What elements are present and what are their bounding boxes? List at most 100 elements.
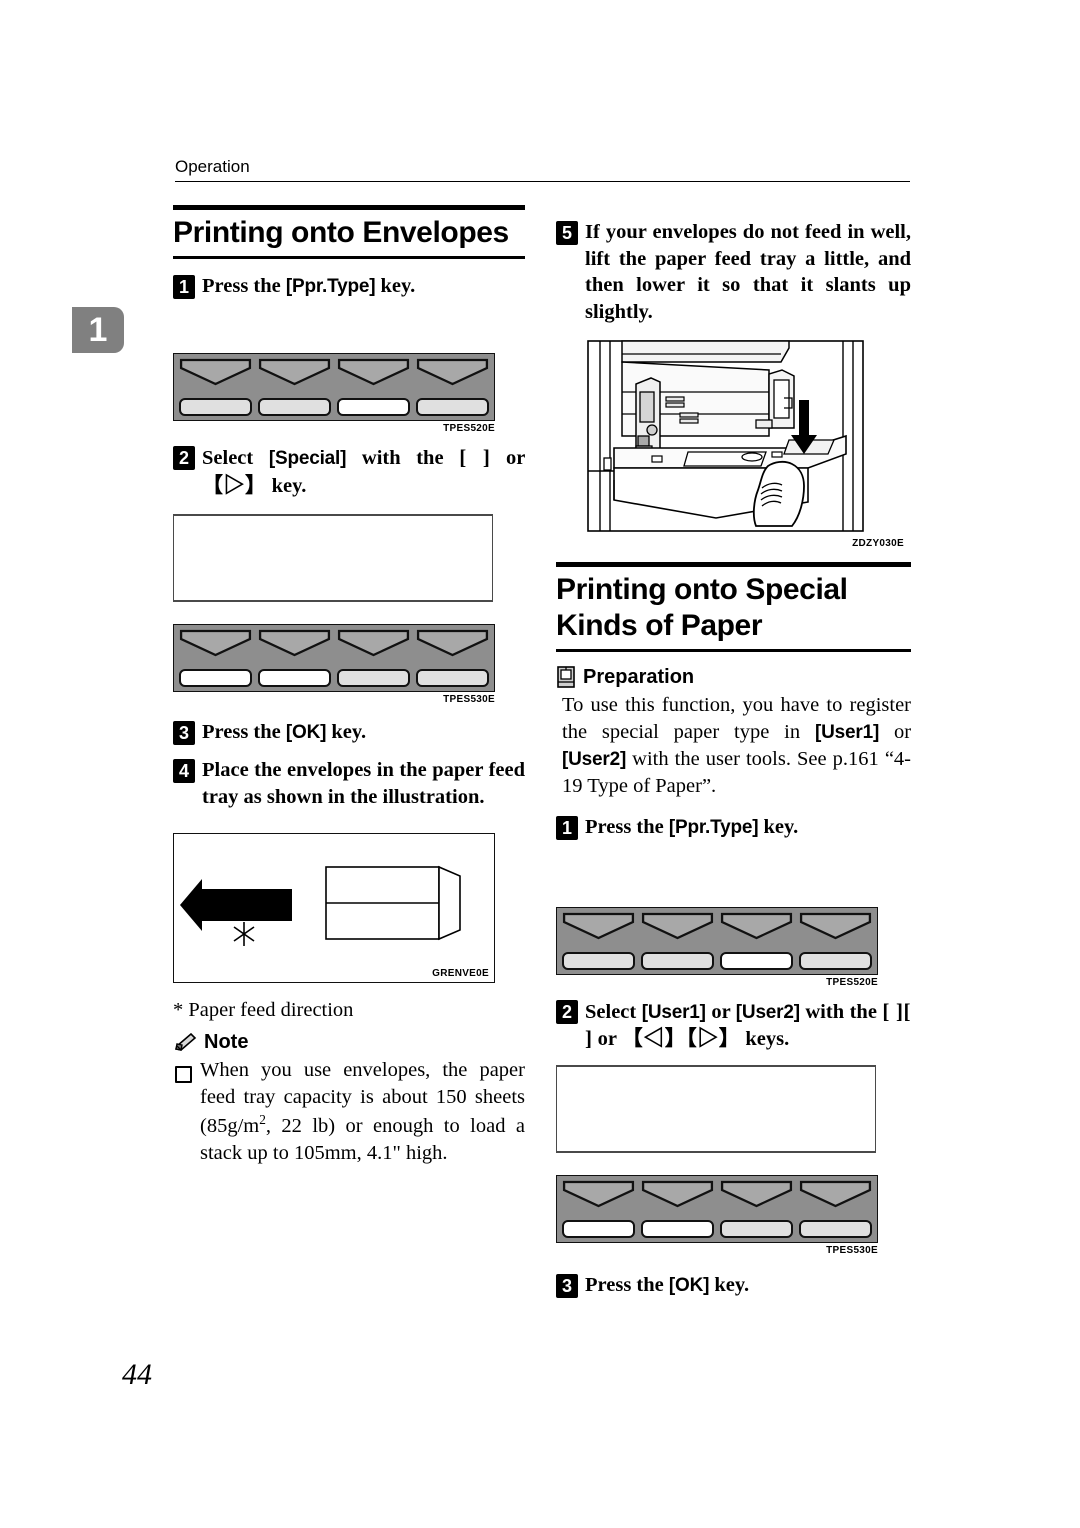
figure-lcd-display bbox=[173, 513, 525, 602]
keycap-2[interactable] bbox=[641, 951, 714, 970]
special-key-label: [Special] bbox=[268, 448, 347, 470]
step2-or: or bbox=[711, 1000, 731, 1023]
step1-tail: key. bbox=[380, 274, 416, 297]
keycap-3[interactable] bbox=[337, 668, 410, 687]
step2-tail: key. bbox=[271, 474, 307, 497]
chevron-down-icon bbox=[258, 359, 331, 386]
ok-key-label: [OK] bbox=[285, 721, 327, 743]
step2-mid: with the bbox=[805, 1000, 877, 1023]
keycap-2[interactable] bbox=[258, 668, 331, 687]
keypad-cell-4 bbox=[416, 629, 489, 687]
control-panel-illustration bbox=[556, 906, 878, 975]
figure-printer-tray: ZDZY030E bbox=[556, 339, 911, 549]
step-1: 1 Press the [Ppr.Type] key. bbox=[173, 273, 525, 300]
figure-footnote: * Paper feed direction bbox=[173, 998, 354, 1021]
ppr-type-key-label: [Ppr.Type] bbox=[285, 275, 376, 297]
figure-lcd-display-2 bbox=[556, 1064, 911, 1153]
control-panel-illustration bbox=[173, 623, 495, 692]
step-text-2: Select [User1] or [User2] with the [ ][ … bbox=[585, 998, 911, 1053]
user1-key-label: [User1] bbox=[815, 721, 880, 743]
step-text-4: Place the envelopes in the paper feed tr… bbox=[202, 759, 525, 808]
figure-caption: TPES520E bbox=[826, 976, 878, 988]
keycap-3[interactable] bbox=[720, 951, 793, 970]
keypad-cell-3 bbox=[720, 912, 793, 970]
figure-keypad-tpes530e: TPES530E bbox=[173, 623, 525, 705]
preparation-header: Preparation bbox=[556, 666, 911, 689]
step3-tail: key. bbox=[714, 1273, 750, 1296]
chevron-down-icon bbox=[179, 629, 252, 656]
user2-key-label: [User2] bbox=[562, 748, 627, 770]
keycap-4[interactable] bbox=[416, 668, 489, 687]
keypad-cell-3 bbox=[337, 629, 410, 687]
section-heading-envelopes: Printing onto Envelopes bbox=[173, 205, 525, 259]
keycap-4[interactable] bbox=[416, 398, 489, 417]
figure-caption: TPES530E bbox=[443, 693, 495, 705]
step-2: 2 Select [Special] with the [ ] or 【▷】 k… bbox=[173, 444, 525, 499]
keycap-4[interactable] bbox=[799, 951, 872, 970]
note-admonition: Note When you use envelopes, the paper f… bbox=[173, 1031, 525, 1167]
keypad-cell-2 bbox=[641, 1180, 714, 1238]
bullet-square-icon bbox=[175, 1066, 192, 1084]
figure-caption: GRENVE0E bbox=[432, 967, 489, 979]
step2-or: or bbox=[506, 447, 526, 470]
keypad-cell-3 bbox=[337, 358, 410, 417]
figure-caption: TPES520E bbox=[443, 423, 495, 435]
chevron-down-icon bbox=[416, 629, 489, 656]
step-4: 4 Place the envelopes in the paper feed … bbox=[173, 757, 525, 810]
prep-or: or bbox=[893, 720, 912, 743]
page-title: Printing onto Envelopes bbox=[173, 216, 509, 249]
envelope-illustration: GRENVE0E bbox=[173, 832, 495, 983]
right-arrow-key-symbol: 【▷】 bbox=[202, 472, 267, 497]
chapter-tab: 1 bbox=[72, 307, 124, 353]
keypad-cell-2 bbox=[641, 912, 714, 970]
keycap-1[interactable] bbox=[179, 668, 252, 687]
keycap-1[interactable] bbox=[562, 951, 635, 970]
note-title: Note bbox=[204, 1031, 249, 1054]
step-number-3: 3 bbox=[173, 720, 195, 745]
right-arrow-key-symbol: 【▷】 bbox=[686, 1026, 741, 1051]
keypad-cell-2 bbox=[258, 629, 331, 687]
step-number-2: 2 bbox=[173, 446, 195, 471]
step-3-special: 3 Press the [OK] key. bbox=[556, 1272, 911, 1299]
step-number-3: 3 bbox=[556, 1273, 578, 1298]
step2-mid: with the bbox=[361, 447, 444, 470]
pencil-icon bbox=[174, 1032, 197, 1051]
chevron-down-icon bbox=[720, 1180, 793, 1208]
keypad-cell-4 bbox=[799, 912, 872, 970]
blank-key-symbol-1: [ ] bbox=[882, 998, 904, 1023]
user2-key-label: [User2] bbox=[735, 1001, 800, 1023]
step2-or2: or bbox=[597, 1028, 617, 1051]
chevron-down-icon bbox=[641, 912, 714, 939]
heading-rule-bottom bbox=[556, 648, 911, 652]
keycap-1[interactable] bbox=[179, 398, 252, 417]
running-header: Operation bbox=[175, 157, 910, 182]
figure-keypad-tpes520e-2: TPES520E bbox=[556, 906, 911, 988]
step1-lead: Press the bbox=[202, 274, 281, 297]
keycap-2[interactable] bbox=[258, 398, 331, 417]
step-3: 3 Press the [OK] key. bbox=[173, 719, 525, 746]
step3-lead: Press the bbox=[202, 720, 281, 743]
step3-tail: key. bbox=[331, 720, 367, 743]
control-panel-illustration bbox=[556, 1174, 878, 1243]
chevron-down-icon bbox=[337, 359, 410, 386]
step-1-special: 1 Press the [Ppr.Type] key. bbox=[556, 814, 911, 841]
chapter-tab-number: 1 bbox=[88, 310, 108, 349]
section-heading-special-paper: Printing onto Special Kinds of Paper bbox=[556, 561, 911, 652]
preparation-admonition: Preparation To use this function, you ha… bbox=[556, 666, 911, 800]
keycap-1[interactable] bbox=[562, 1219, 635, 1238]
chevron-down-icon bbox=[258, 629, 331, 656]
keycap-2[interactable] bbox=[641, 1219, 714, 1238]
note-bullet-superscript: 2 bbox=[259, 1112, 266, 1128]
step-text-2: Select [Special] with the [ ] or 【▷】 key… bbox=[202, 444, 525, 499]
step-text-1: Press the [Ppr.Type] key. bbox=[202, 273, 525, 300]
step-number-4: 4 bbox=[173, 759, 195, 784]
keypad-cell-1 bbox=[179, 629, 252, 687]
book-icon bbox=[557, 666, 575, 689]
keypad-cell-1 bbox=[179, 358, 252, 417]
step-text-5: If your envelopes do not feed in well, l… bbox=[585, 221, 911, 323]
running-header-text: Operation bbox=[175, 157, 250, 176]
keycap-3[interactable] bbox=[720, 1219, 793, 1238]
step2-lead: Select bbox=[585, 1000, 637, 1023]
keycap-3[interactable] bbox=[337, 398, 410, 417]
keycap-4[interactable] bbox=[799, 1219, 872, 1238]
